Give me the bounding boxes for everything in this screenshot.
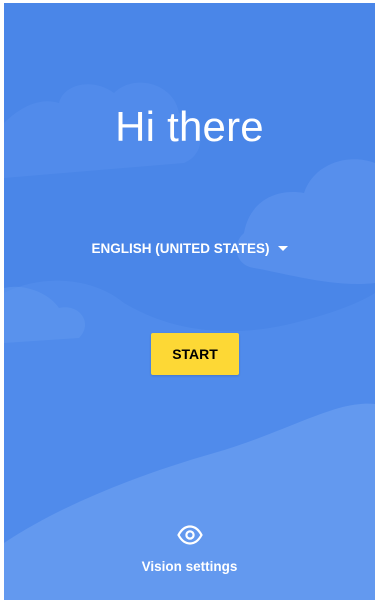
vision-settings-button[interactable]: Vision settings — [4, 525, 375, 574]
eye-icon — [176, 525, 203, 545]
cloud-background — [4, 82, 375, 600]
welcome-title: Hi there — [115, 103, 264, 150]
setup-welcome-screen: Hi there ENGLISH (UNITED STATES) START V… — [4, 3, 375, 600]
vision-settings-label: Vision settings — [141, 559, 238, 574]
dropdown-caret-icon — [277, 246, 288, 251]
start-button[interactable]: START — [151, 333, 239, 375]
language-selector-label: ENGLISH (UNITED STATES) — [91, 241, 270, 256]
language-selector[interactable]: ENGLISH (UNITED STATES) — [4, 241, 375, 256]
